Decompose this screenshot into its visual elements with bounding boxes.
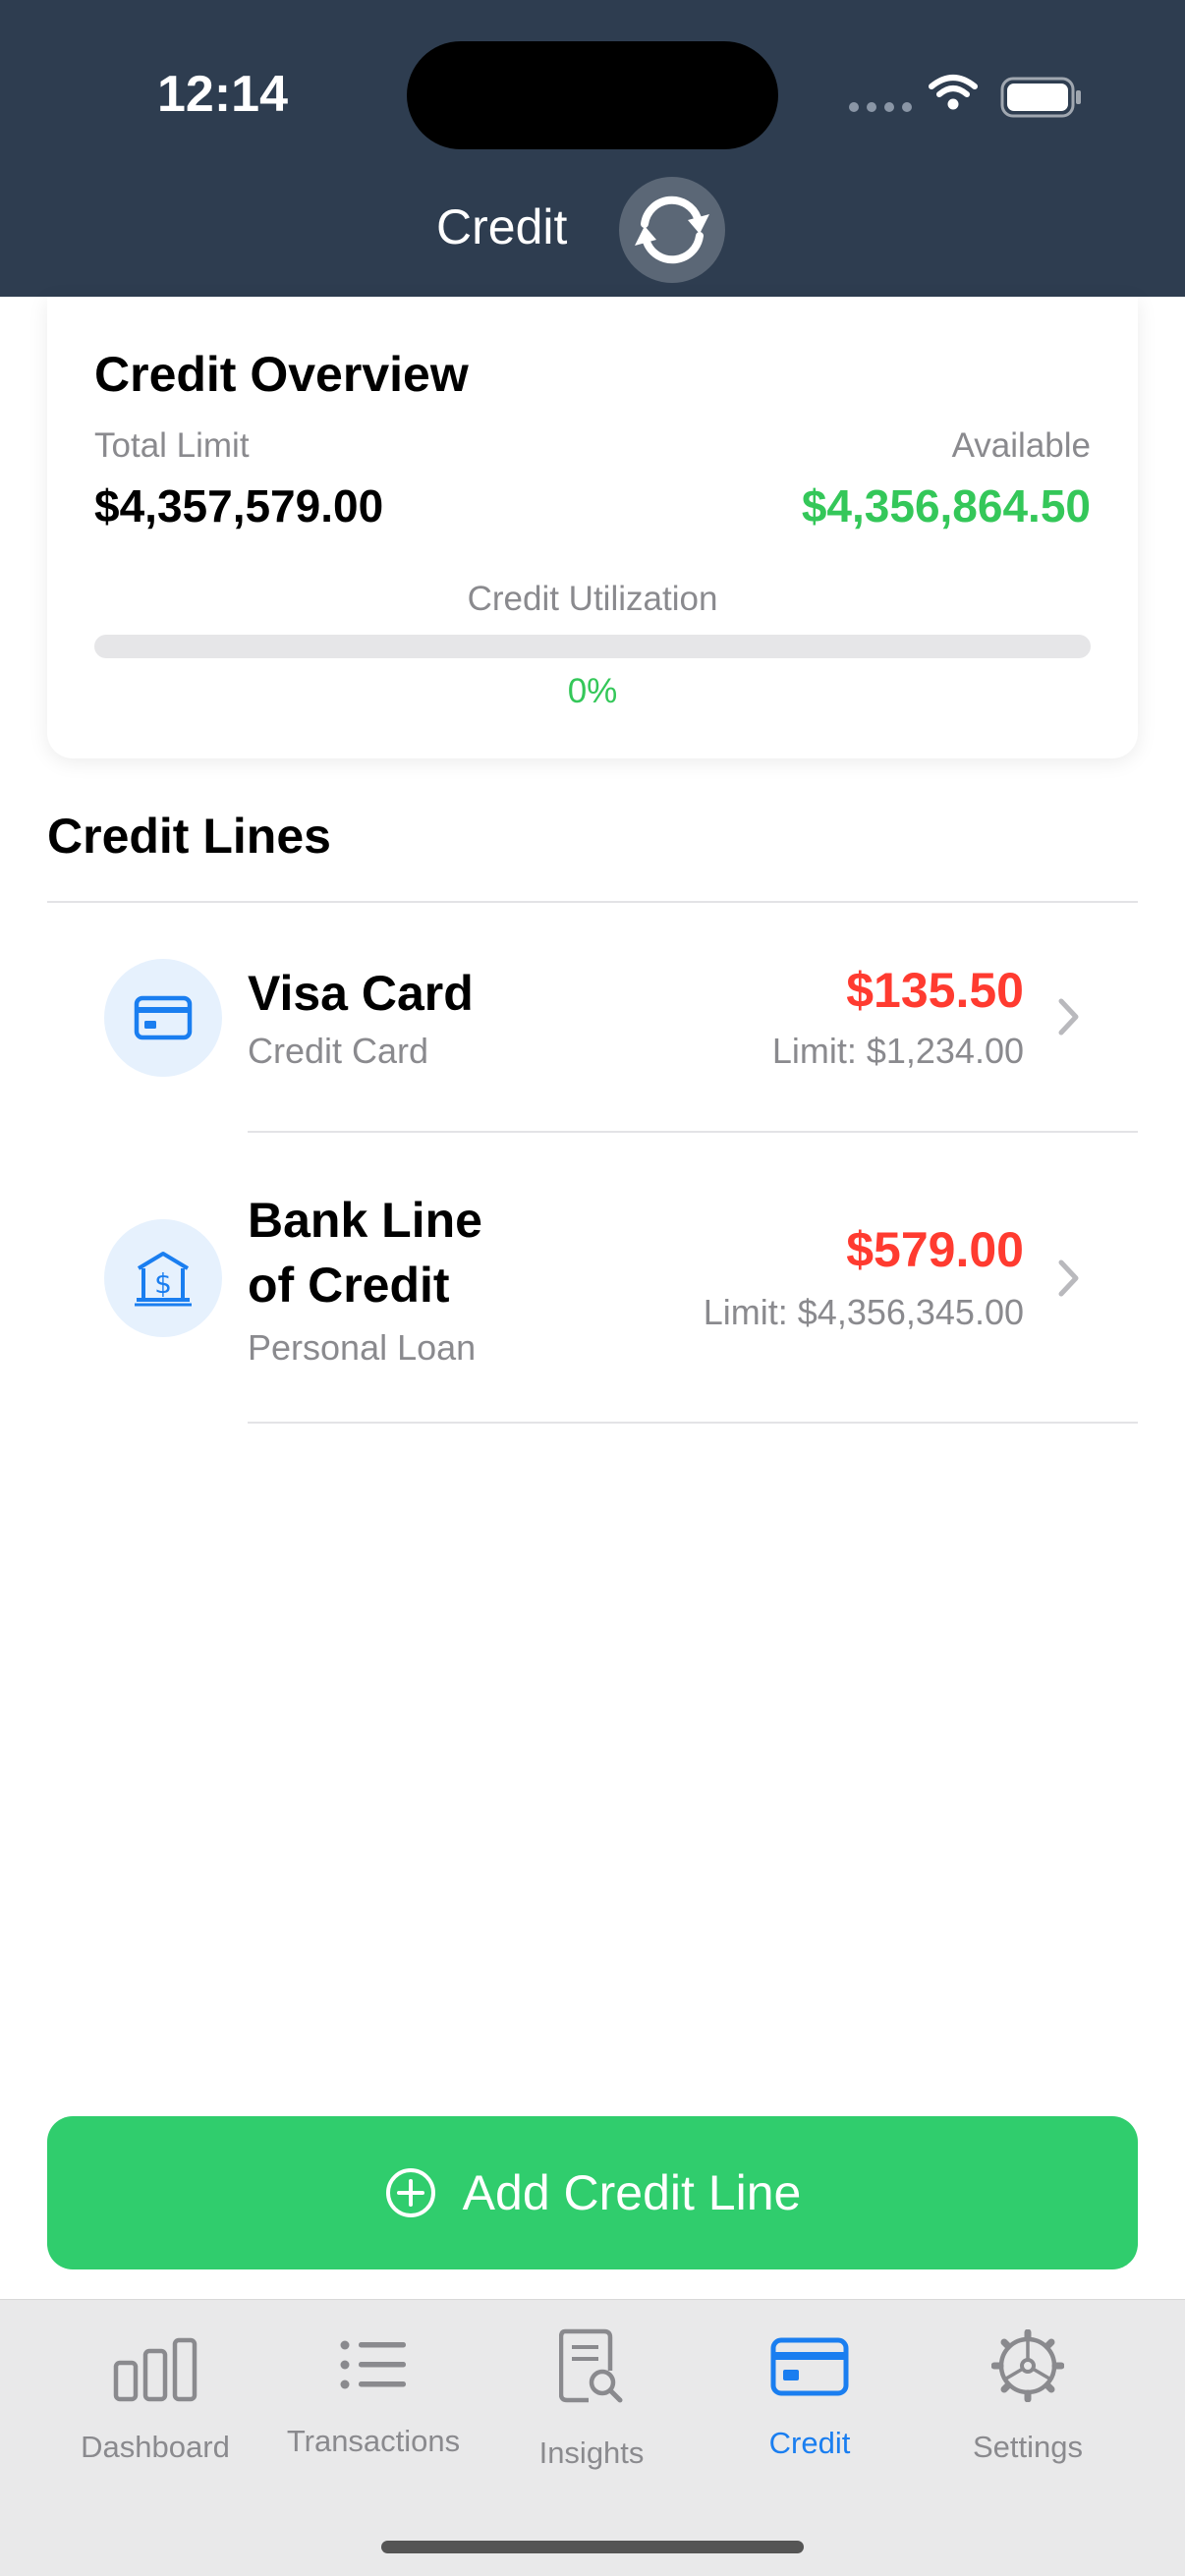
available-label: Available [951,426,1091,465]
row-divider [248,1422,1138,1424]
tab-label: Settings [972,2430,1083,2464]
wifi-icon [928,73,979,117]
list-icon [275,2337,472,2392]
overview-title: Credit Overview [94,347,469,402]
credit-line-balance: $135.50 [846,963,1024,1018]
document-search-icon [493,2327,690,2404]
credit-line-name: Visa Card [248,966,474,1021]
tab-credit[interactable]: Credit [711,2300,908,2496]
add-credit-line-button[interactable]: Add Credit Line [47,2116,1138,2269]
plus-circle-icon [385,2168,435,2217]
credit-overview-card: Credit Overview Total Limit Available $4… [47,297,1138,758]
refresh-button[interactable] [619,177,725,283]
credit-line-row-visa[interactable]: Visa Card Credit Card $135.50 Limit: $1,… [47,903,1138,1133]
add-credit-line-label: Add Credit Line [462,2165,802,2220]
chevron-right-icon [1057,1259,1081,1303]
tab-label: Transactions [286,2424,461,2458]
bank-icon: $ [104,1219,222,1337]
total-limit-value: $4,357,579.00 [94,480,384,532]
battery-icon [1000,77,1083,123]
tab-label: Insights [538,2436,645,2470]
utilization-progress-bar [94,635,1091,658]
credit-line-type: Credit Card [248,1031,429,1071]
credit-line-balance: $579.00 [846,1222,1024,1277]
credit-line-name-line2: of Credit [248,1258,450,1313]
available-value: $4,356,864.50 [801,480,1091,532]
cellular-signal-icon [849,102,912,112]
tab-label: Dashboard [81,2430,230,2464]
tab-settings[interactable]: Settings [930,2300,1126,2496]
page-title: Credit [436,199,568,254]
tab-dashboard[interactable]: Dashboard [57,2300,254,2496]
utilization-value: 0% [567,672,618,710]
credit-line-row-bank[interactable]: $ Bank Line of Credit Personal Loan $579… [47,1133,1138,1424]
home-indicator [381,2541,804,2553]
credit-line-limit: Limit: $1,234.00 [771,1031,1024,1071]
bar-chart-icon [57,2337,254,2402]
credit-line-type: Personal Loan [248,1327,477,1368]
refresh-icon [635,196,709,264]
credit-line-limit: Limit: $4,356,345.00 [703,1292,1024,1332]
gear-icon [930,2329,1126,2402]
tab-transactions[interactable]: Transactions [275,2300,472,2496]
credit-card-icon [104,959,222,1077]
tab-label: Credit [768,2426,851,2460]
chevron-right-icon [1057,997,1081,1041]
svg-text:$: $ [154,1267,172,1300]
credit-line-name-line1: Bank Line [248,1193,482,1248]
credit-card-icon [711,2337,908,2396]
dynamic-island [407,41,778,149]
total-limit-label: Total Limit [94,426,250,465]
nav-header: 12:14 Credit [0,0,1185,297]
tab-insights[interactable]: Insights [493,2300,690,2496]
credit-lines-heading: Credit Lines [47,809,331,864]
tab-bar: Dashboard Transactions Insights Credit S… [0,2299,1185,2576]
utilization-label: Credit Utilization [467,580,718,618]
status-time: 12:14 [157,66,288,123]
